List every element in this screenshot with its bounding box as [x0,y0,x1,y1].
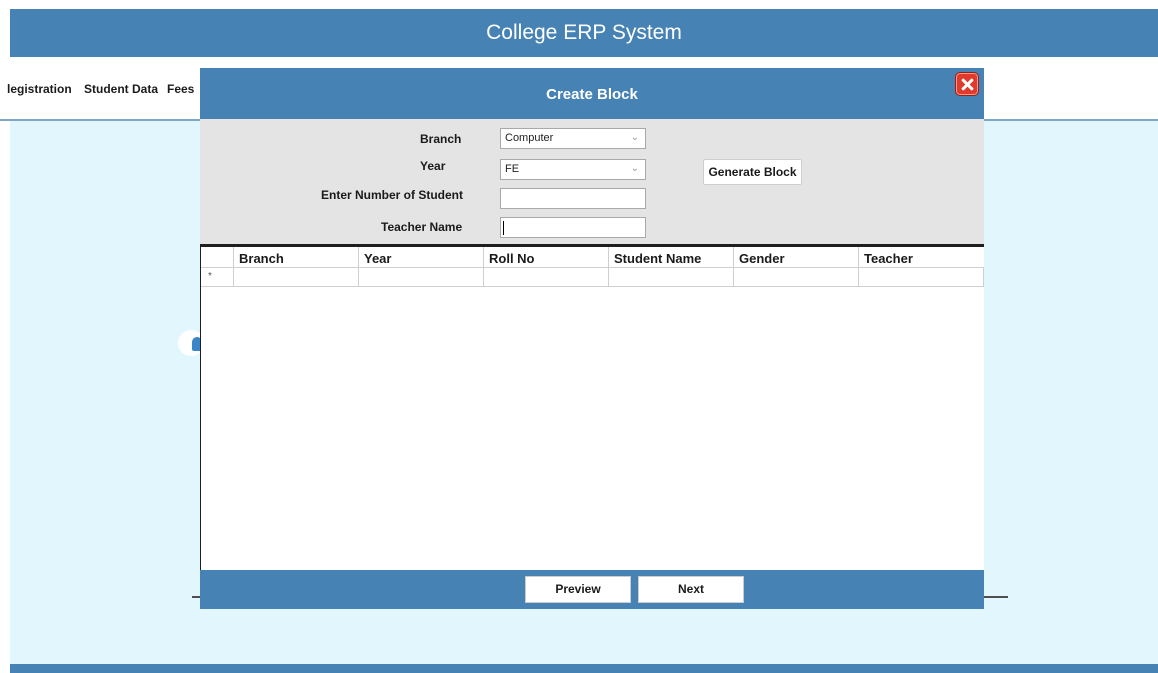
teacher-name-label: Teacher Name [381,220,463,234]
background-divider-right [984,596,1008,598]
grid-header: Branch Year Roll No Student Name Gender … [201,247,984,268]
close-icon[interactable] [955,72,979,96]
chevron-down-icon: ⌄ [630,132,639,143]
text-cursor [503,221,504,235]
branch-select[interactable]: Computer ⌄ [500,128,646,149]
menu-item-student-data[interactable]: Student Data [84,82,158,96]
generate-block-button[interactable]: Generate Block [703,159,802,185]
create-block-dialog: Create Block Branch Computer ⌄ Year FE ⌄… [200,68,984,609]
year-label: Year [420,159,446,173]
next-button[interactable]: Next [638,576,744,603]
year-select-value: FE [505,163,520,175]
cell-branch[interactable] [233,268,358,287]
chevron-down-icon: ⌄ [630,163,639,174]
cell-gender[interactable] [733,268,858,287]
column-gender[interactable]: Gender [733,247,858,268]
dialog-title: Create Block [546,86,638,103]
dialog-header: Create Block [200,68,984,119]
year-select[interactable]: FE ⌄ [500,159,646,180]
teacher-name-field[interactable] [500,217,646,238]
column-roll-no[interactable]: Roll No [483,247,608,268]
cell-roll-no[interactable] [483,268,608,287]
students-grid[interactable]: Branch Year Roll No Student Name Gender … [200,244,984,570]
dialog-footer: Preview Next [200,570,984,609]
branch-label: Branch [420,132,462,146]
branch-select-value: Computer [505,132,554,144]
app-title: College ERP System [486,21,682,44]
num-students-label: Enter Number of Student [321,188,464,202]
column-branch[interactable]: Branch [233,247,358,268]
column-teacher[interactable]: Teacher [858,247,984,268]
cell-year[interactable] [358,268,483,287]
bottom-bar [10,664,1158,673]
column-year[interactable]: Year [358,247,483,268]
preview-button[interactable]: Preview [525,576,631,603]
new-row-marker: * [208,271,212,282]
cell-teacher[interactable] [858,268,984,287]
table-row[interactable]: * [201,268,984,287]
menu-item-registration[interactable]: legistration [7,82,72,96]
menu-item-fees[interactable]: Fees [167,82,194,96]
num-students-field[interactable] [500,188,646,209]
cell-student-name[interactable] [608,268,733,287]
app-window: College ERP System legistration Student … [0,0,1158,673]
column-student-name[interactable]: Student Name [608,247,733,268]
title-bar: College ERP System [10,9,1158,57]
